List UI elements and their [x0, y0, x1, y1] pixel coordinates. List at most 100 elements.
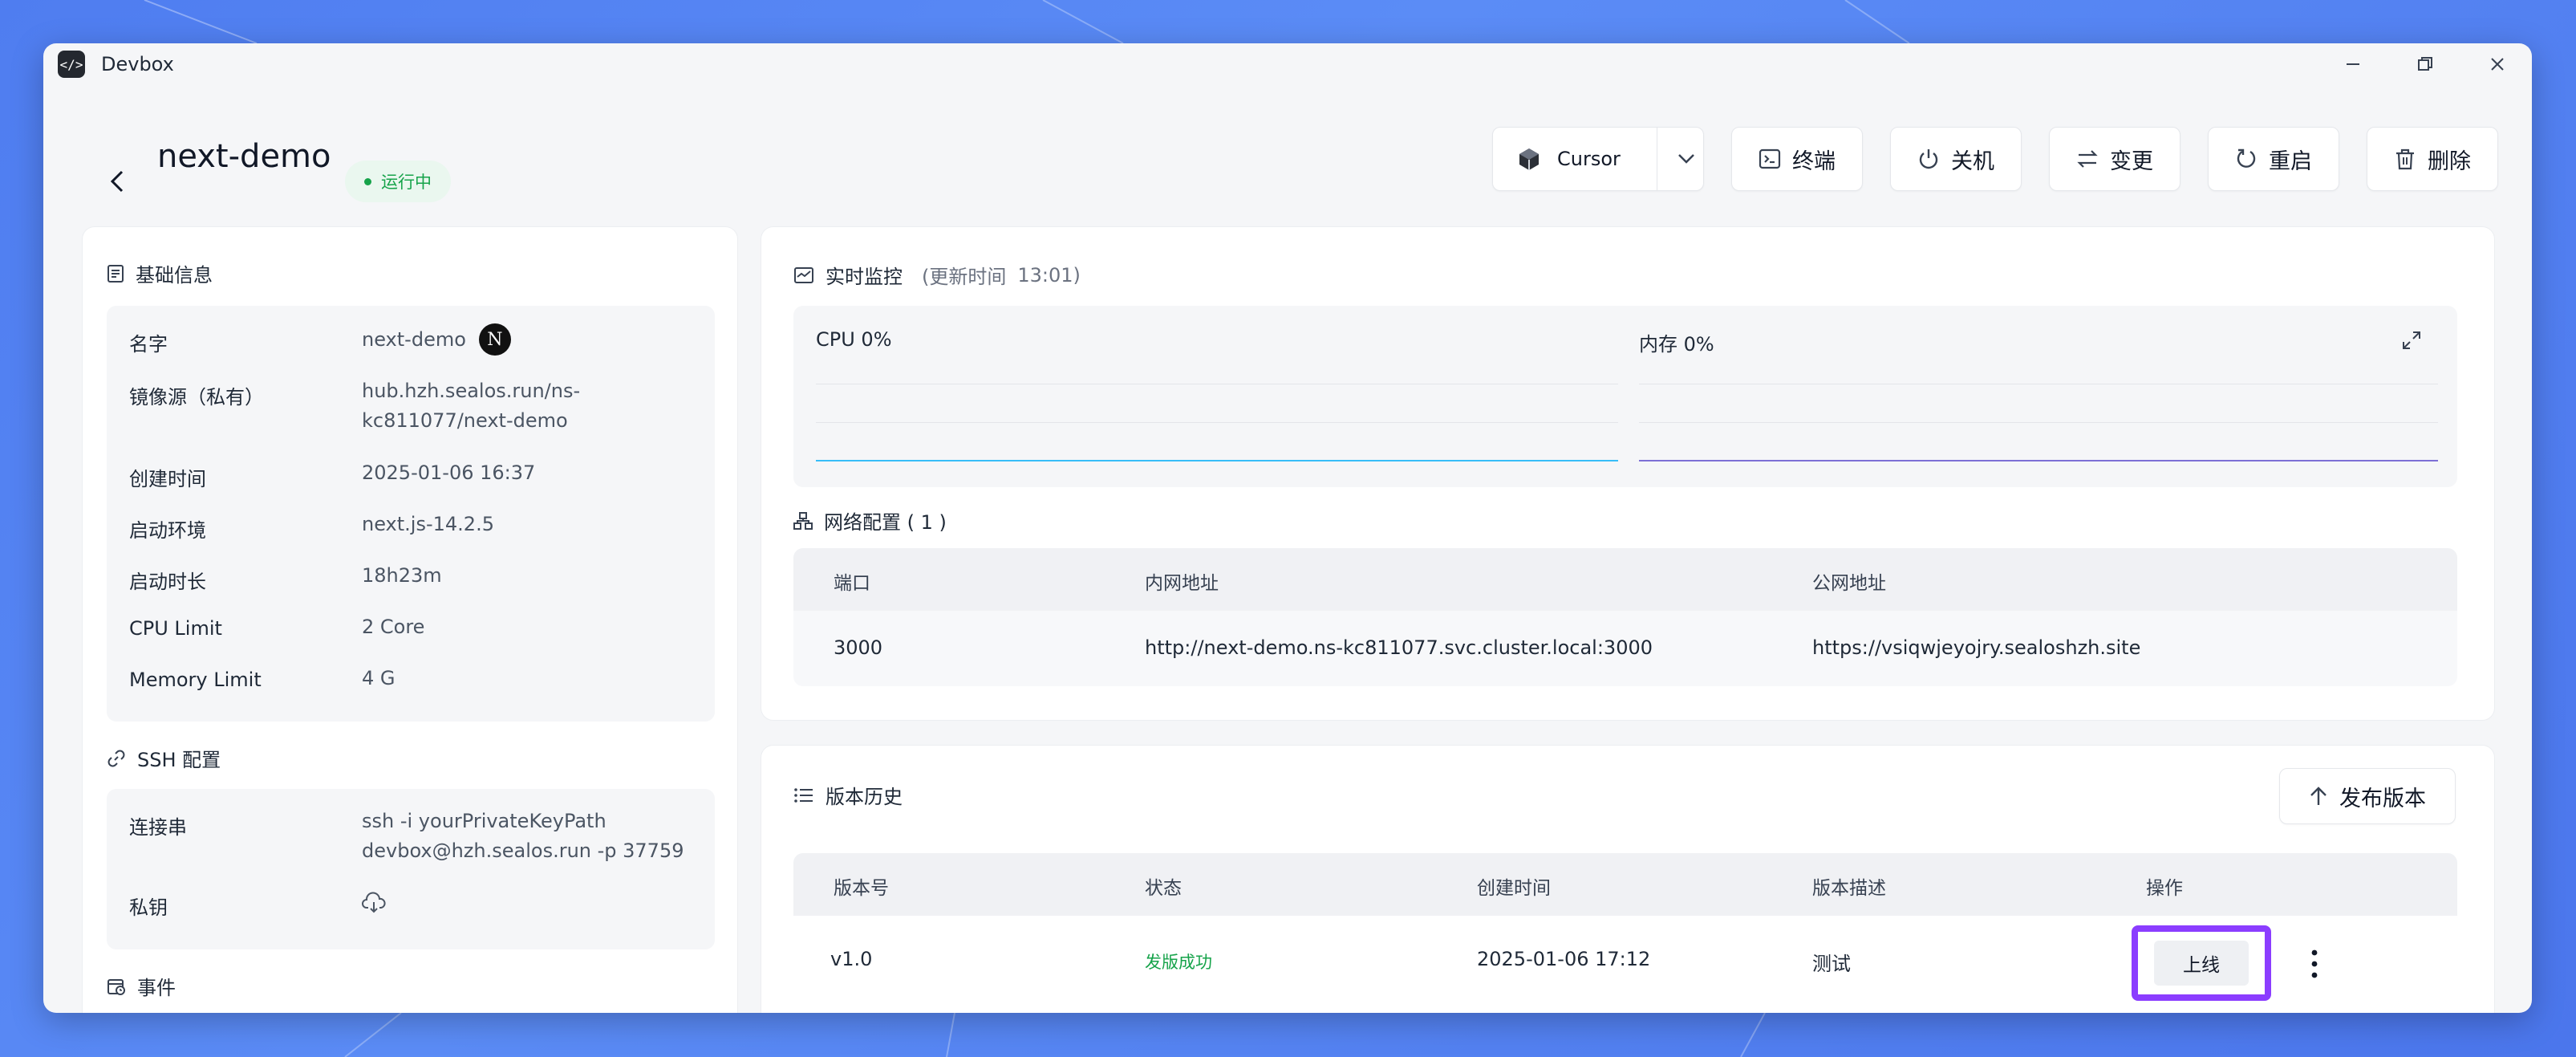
monitor-title-text: 实时监控	[826, 266, 903, 288]
swap-icon	[2077, 150, 2098, 168]
network-header-port: 端口	[834, 573, 870, 594]
version-status: 发版成功	[1145, 953, 1212, 972]
ssh-conn-value-line1[interactable]: ssh -i yourPrivateKeyPath	[362, 807, 606, 836]
minimize-icon[interactable]	[2341, 52, 2365, 76]
version-header-desc: 版本描述	[1812, 878, 1886, 899]
name-value-wrap: next-demo N	[362, 323, 511, 356]
monitor-network-panel: 实时监控 (更新时间 13:01) CPU 0% 内存 0% 网络配置 ( 1 …	[761, 226, 2495, 721]
ssh-conn-value-line2[interactable]: devbox@hzh.sealos.run -p 37759	[362, 836, 684, 866]
monitor-icon	[794, 266, 813, 283]
basic-info-title: 基础信息	[107, 259, 213, 287]
monitor-update-prefix: (更新时间	[922, 266, 1007, 288]
ide-dropdown-button[interactable]	[1669, 153, 1703, 165]
image-label: 镜像源（私有）	[129, 386, 264, 409]
memory-usage-line	[1639, 460, 2438, 461]
restart-button[interactable]: 重启	[2208, 127, 2339, 191]
ssh-conn-label: 连接串	[129, 816, 187, 839]
cpu-limit-value: 2 Core	[362, 616, 425, 638]
ide-label: Cursor	[1557, 148, 1621, 170]
version-table-header: 版本号 状态 创建时间 版本描述 操作	[793, 853, 2457, 916]
version-header-actions: 操作	[2146, 878, 2183, 899]
devbox-window: </> Devbox next-demo 运行中 Cursor 终端 关机 变更…	[43, 43, 2532, 1013]
network-header-internal: 内网地址	[1145, 573, 1219, 594]
runtime-value: next.js-14.2.5	[362, 513, 494, 535]
status-text: 运行中	[381, 173, 432, 192]
image-value-line1: hub.hzh.sealos.run/ns-	[362, 380, 581, 402]
network-header-public: 公网地址	[1812, 573, 1886, 594]
version-header-number: 版本号	[834, 878, 889, 899]
change-label: 变更	[2110, 148, 2153, 174]
version-history-title-text: 版本历史	[826, 786, 903, 808]
ssh-key-label: 私钥	[129, 896, 168, 919]
memory-limit-value: 4 G	[362, 667, 396, 689]
calendar-clock-icon	[108, 978, 125, 995]
uptime-label: 启动时长	[129, 571, 206, 593]
cpu-usage-label: CPU 0%	[816, 328, 892, 351]
basic-info-title-text: 基础信息	[136, 264, 213, 287]
restart-icon	[2237, 148, 2256, 168]
created-label: 创建时间	[129, 468, 206, 490]
ide-selector[interactable]: Cursor	[1492, 127, 1704, 191]
more-options-button[interactable]	[2305, 946, 2324, 982]
power-icon	[1919, 149, 1938, 169]
shutdown-button[interactable]: 关机	[1890, 127, 2022, 191]
monitor-update-time: 13:01)	[1017, 263, 1081, 287]
delete-label: 删除	[2428, 148, 2471, 174]
ssh-title: SSH 配置	[107, 744, 221, 772]
terminal-label: 终端	[1792, 148, 1836, 174]
network-port: 3000	[834, 636, 883, 659]
ssh-title-text: SSH 配置	[137, 749, 221, 771]
list-icon	[794, 787, 813, 803]
events-title-text: 事件	[137, 977, 176, 999]
page-title: next-demo	[157, 138, 331, 175]
image-value-line2: kc811077/next-demo	[362, 409, 568, 432]
go-online-button[interactable]: 上线	[2154, 941, 2249, 986]
status-badge: 运行中	[345, 161, 451, 202]
delete-button[interactable]: 删除	[2367, 127, 2498, 191]
network-title-text: 网络配置 ( 1 )	[824, 511, 947, 534]
version-header-status: 状态	[1145, 878, 1182, 899]
cloud-download-icon	[362, 892, 386, 913]
highlight-box: 上线	[2132, 925, 2271, 1001]
back-button[interactable]	[99, 164, 135, 199]
basic-info-box: 名字 next-demo N 镜像源（私有） hub.hzh.sealos.ru…	[107, 306, 715, 722]
more-vertical-icon	[2311, 949, 2318, 978]
version-created: 2025-01-06 17:12	[1477, 948, 1651, 970]
uptime-value: 18h23m	[362, 564, 442, 587]
close-icon[interactable]	[2485, 52, 2509, 76]
open-in-cursor-button[interactable]: Cursor	[1493, 147, 1645, 171]
version-number: v1.0	[830, 948, 873, 970]
publish-version-button[interactable]: 发布版本	[2279, 768, 2456, 824]
terminal-button[interactable]: 终端	[1731, 127, 1863, 191]
network-icon	[793, 511, 813, 530]
nextjs-icon: N	[478, 323, 511, 356]
document-icon	[108, 264, 124, 283]
shutdown-label: 关机	[1951, 148, 1994, 174]
name-value: next-demo	[362, 327, 466, 351]
network-title: 网络配置 ( 1 )	[793, 506, 947, 535]
arrow-up-icon	[2310, 787, 2327, 805]
expand-icon	[2403, 331, 2420, 349]
info-panel: 基础信息 名字 next-demo N 镜像源（私有） hub.hzh.seal…	[82, 226, 738, 1013]
table-row: v1.0 发版成功 2025-01-06 17:12 测试 上线	[793, 916, 2457, 1012]
version-header-created: 创建时间	[1477, 878, 1551, 899]
table-row: 3000 http://next-demo.ns-kc811077.svc.cl…	[793, 611, 2457, 686]
restart-label: 重启	[2269, 148, 2312, 174]
title-bar: </> Devbox	[43, 43, 2532, 85]
network-table-header: 端口 内网地址 公网地址	[793, 548, 2457, 611]
change-button[interactable]: 变更	[2049, 127, 2180, 191]
trash-icon	[2396, 148, 2414, 170]
network-internal-address[interactable]: http://next-demo.ns-kc811077.svc.cluster…	[1145, 636, 1653, 659]
memory-limit-label: Memory Limit	[129, 669, 262, 691]
version-history-panel: 版本历史 发布版本 版本号 状态 创建时间 版本描述 操作 v1.0 发版成功 …	[761, 745, 2495, 1013]
expand-button[interactable]	[2401, 330, 2422, 354]
app-logo: </>	[58, 51, 85, 78]
ssh-box: 连接串 ssh -i yourPrivateKeyPath devbox@hzh…	[107, 789, 715, 949]
cpu-limit-label: CPU Limit	[129, 617, 222, 640]
download-key-button[interactable]	[362, 892, 386, 917]
network-public-address[interactable]: https://vsiqwjeyojry.sealoshzh.site	[1812, 636, 2140, 659]
chevron-left-icon	[110, 170, 124, 193]
version-description: 测试	[1812, 953, 1851, 975]
monitor-box: CPU 0% 内存 0%	[793, 306, 2457, 487]
restore-icon[interactable]	[2413, 52, 2437, 76]
